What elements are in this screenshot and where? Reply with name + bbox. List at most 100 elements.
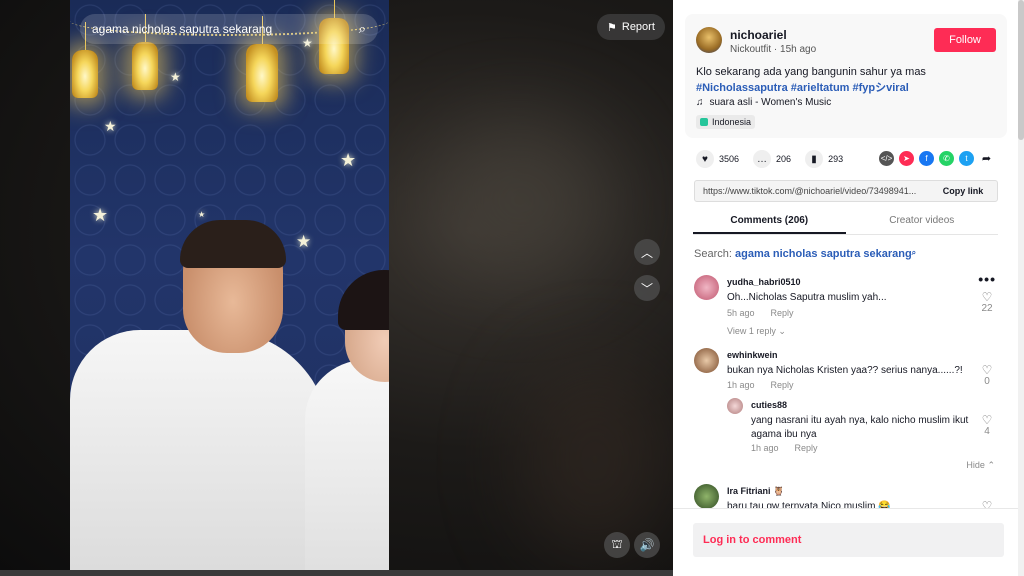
commenter-avatar[interactable] [694, 275, 719, 300]
facebook-icon[interactable]: f [919, 151, 934, 166]
scrollbar-thumb[interactable] [1018, 0, 1024, 140]
view-replies-button[interactable]: View 1 reply ⌄ [727, 326, 786, 337]
star-decoration: ★ [92, 205, 109, 225]
commenter-avatar[interactable] [694, 484, 719, 509]
hide-label: Hide [966, 460, 985, 470]
video-search-bar[interactable]: agama nicholas saputra sekarang ⌕ [80, 14, 378, 44]
tab-creator-videos[interactable]: Creator videos [846, 209, 999, 234]
man-hair [180, 220, 286, 268]
video-search-text: agama nicholas saputra sekarang [92, 22, 273, 36]
action-bar: ♥ 3506 … 206 ▮ 293 [696, 150, 843, 168]
comment-count: 206 [776, 154, 792, 164]
comment-item: ewhinkwein bukan nya Nicholas Kristen ya… [694, 348, 999, 394]
lantern-decoration [132, 14, 158, 90]
next-video-button[interactable]: ﹀ [634, 275, 660, 301]
comment-action[interactable]: … 206 [753, 150, 791, 168]
search-query-link[interactable]: agama nicholas saputra sekarang [735, 248, 912, 260]
video-progress-bar[interactable] [0, 570, 673, 576]
panel-tabs: Comments (206) Creator videos [693, 209, 998, 235]
share-arrow-icon[interactable]: ➦ [979, 151, 994, 166]
comment-item: yudha_habri0510 Oh...Nicholas Saputra mu… [694, 271, 999, 345]
man-figure [70, 330, 330, 570]
scrollbar[interactable] [1018, 0, 1024, 576]
comment-login-bar: Log in to comment [673, 508, 1018, 576]
search-icon[interactable]: ⌕ [359, 21, 366, 37]
comment-meta: 1h ago Reply [751, 443, 818, 453]
reply-button[interactable]: Reply [795, 443, 818, 453]
heart-outline-icon: ♡ [981, 363, 993, 377]
chevron-down-icon: ⌄ [778, 326, 786, 336]
previous-video-button[interactable]: ︿ [634, 239, 660, 265]
copy-link-button[interactable]: Copy link [929, 181, 997, 201]
author-display-name: Nickoutfit [730, 44, 772, 55]
reply-button[interactable]: Reply [771, 308, 794, 318]
video-hashtags[interactable]: #Nicholassaputra #arieltatum #fypシviral [696, 79, 909, 95]
volume-button[interactable]: 🔊 [634, 532, 660, 558]
heart-icon: ♥ [696, 150, 714, 168]
commenter-username[interactable]: yudha_habri0510 [727, 277, 801, 287]
details-panel: nichoariel Nickoutfit · 15h ago Follow K… [673, 0, 1024, 576]
music-note-icon: ♫ [696, 97, 704, 108]
commenter-avatar[interactable] [694, 348, 719, 373]
star-decoration: ★ [340, 150, 357, 170]
volume-icon: 🔊 [639, 538, 655, 552]
chevron-down-icon: ﹀ [640, 281, 653, 296]
music-title: suara asli - Women's Music [709, 97, 832, 108]
embed-icon[interactable]: </> [879, 151, 894, 166]
comment-text: yang nasrani itu ayah nya, kalo nicho mu… [751, 415, 969, 440]
background-blur [430, 120, 610, 280]
comment-meta: 1h ago Reply [727, 380, 794, 390]
location-label: Indonesia [712, 117, 752, 127]
share-icons: </> ➤ f ✆ t ➦ [879, 151, 994, 166]
whatsapp-icon[interactable]: ✆ [939, 151, 954, 166]
comment-like-count: 4 [984, 426, 990, 437]
save-action[interactable]: ▮ 293 [805, 150, 843, 168]
star-decoration: ★ [104, 118, 117, 134]
comment-icon: … [753, 150, 772, 168]
related-search: Search: agama nicholas saputra sekarang⌕ [694, 248, 916, 260]
send-icon[interactable]: ➤ [899, 151, 914, 166]
woman-figure [305, 360, 389, 570]
tab-comments[interactable]: Comments (206) [693, 209, 846, 234]
like-count: 3506 [719, 154, 740, 164]
login-to-comment-button[interactable]: Log in to comment [693, 523, 1004, 557]
author-card: nichoariel Nickoutfit · 15h ago Follow K… [685, 14, 1007, 138]
video-player[interactable]: ★ ★ ★ ★ ★ ★ ★ ★ ★ [70, 0, 389, 570]
location-pin-icon [700, 118, 708, 126]
report-button[interactable]: ⚑ Report [597, 14, 665, 40]
more-options-icon[interactable]: ••• [978, 271, 996, 287]
comment-like[interactable]: ♡ 22 [975, 291, 999, 315]
hide-replies-button[interactable]: Hide ⌃ [966, 460, 995, 471]
reply-button[interactable]: Reply [771, 380, 794, 390]
flag-icon: ⚑ [607, 21, 617, 34]
bookmark-icon: ▮ [805, 150, 824, 168]
like-action[interactable]: ♥ 3506 [696, 150, 739, 168]
music-info[interactable]: ♫ suara asli - Women's Music [696, 97, 831, 108]
comment-like[interactable]: ♡ 4 [975, 414, 999, 438]
floating-player-button[interactable]: ⛫ [604, 532, 630, 558]
comment-text: Oh...Nicholas Saputra muslim yah... [727, 292, 887, 303]
share-link-url[interactable]: https://www.tiktok.com/@nichoariel/video… [695, 186, 929, 196]
twitter-icon[interactable]: t [959, 151, 974, 166]
author-avatar[interactable] [696, 27, 722, 53]
comment-like[interactable]: ♡ 0 [975, 364, 999, 388]
author-username[interactable]: nichoariel [730, 28, 787, 42]
video-area: ★ ★ ★ ★ ★ ★ ★ ★ ★ agama nicholas saputra… [0, 0, 673, 576]
chevron-up-icon: ⌃ [987, 460, 995, 470]
commenter-username[interactable]: Ira Fitriani 🦉 [727, 486, 784, 497]
commenter-username[interactable]: cuties88 [751, 400, 787, 410]
tiktok-video-page: ★ ★ ★ ★ ★ ★ ★ ★ ★ agama nicholas saputra… [0, 0, 1024, 576]
follow-button[interactable]: Follow [934, 28, 996, 52]
comment-text: bukan nya Nicholas Kristen yaa?? serius … [727, 365, 963, 376]
search-icon: ⌕ [911, 248, 917, 257]
search-prefix: Search: [694, 248, 732, 260]
comment-time: 1h ago [751, 443, 779, 453]
pip-icon: ⛫ [611, 537, 623, 551]
save-count: 293 [828, 154, 844, 164]
author-subline: Nickoutfit · 15h ago [730, 44, 816, 55]
video-caption: Klo sekarang ada yang bangunin sahur ya … [696, 66, 926, 78]
location-tag[interactable]: Indonesia [696, 115, 756, 129]
lantern-decoration [72, 22, 98, 98]
commenter-username[interactable]: ewhinkwein [727, 350, 778, 360]
commenter-avatar[interactable] [727, 398, 743, 414]
